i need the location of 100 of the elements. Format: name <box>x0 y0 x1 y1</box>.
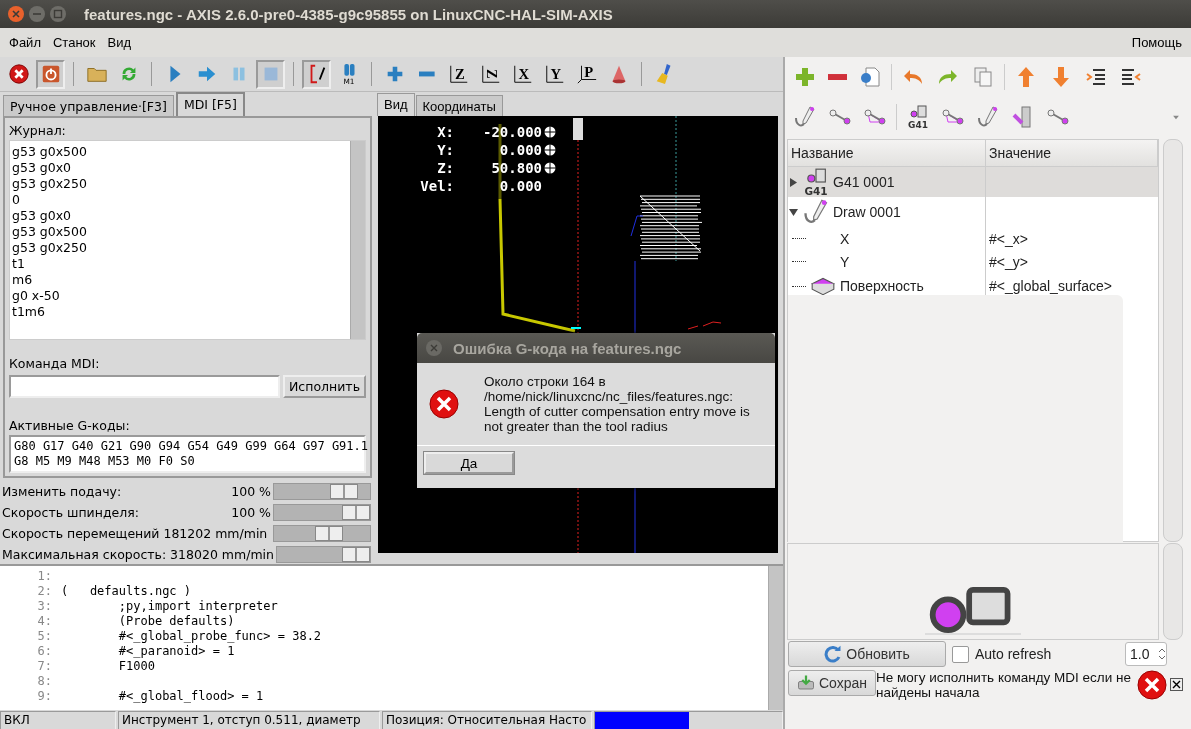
toolbar-button[interactable] <box>302 59 331 89</box>
pencil-icon <box>976 105 1000 129</box>
scrollbar[interactable] <box>350 141 365 339</box>
download-icon <box>796 674 815 692</box>
override-reading: 100 % <box>231 484 271 499</box>
override-slider[interactable] <box>273 483 371 500</box>
notification-message: Не могу исполнить команду MDI если не найдены начала <box>876 670 1132 700</box>
history-entry[interactable]: t1 <box>12 256 348 272</box>
column-header[interactable]: Название <box>788 140 986 166</box>
document-icon <box>858 65 883 89</box>
param-value: #<_y> <box>988 253 1029 270</box>
expander-icon[interactable] <box>788 176 799 188</box>
tab[interactable]: MDI [F5] <box>175 92 245 116</box>
axis-label: Z: <box>436 160 454 176</box>
code-line: ;py,import interpreter <box>117 599 278 614</box>
override-label: Скорость перемещений 181202 mm/min <box>2 526 269 541</box>
history-entry[interactable]: g53 g0x500 <box>12 144 348 160</box>
slider-thumb[interactable] <box>342 505 370 520</box>
slider-thumb[interactable] <box>342 547 370 562</box>
active-codes-label: Активные G-коды: <box>9 417 131 435</box>
tree-row[interactable]: X #<_x> <box>788 227 1158 250</box>
param-value: #<_x> <box>988 230 1029 247</box>
auto-refresh-checkbox[interactable] <box>952 645 969 663</box>
override-label: Изменить подачу: <box>2 484 123 499</box>
override-slider[interactable] <box>275 546 371 563</box>
tree-row[interactable]: G41 G41 0001 <box>788 167 1158 197</box>
refresh-icon <box>824 645 843 663</box>
code-line: #<_global_flood> = 1 <box>117 689 264 704</box>
scrollbar[interactable] <box>768 566 783 710</box>
override-reading: 100 % <box>231 505 271 520</box>
menu-item[interactable]: Вид <box>106 33 133 52</box>
history-label: Журнал: <box>9 122 67 140</box>
error-icon <box>429 389 459 419</box>
history-entry[interactable]: g53 g0x250 <box>12 176 348 192</box>
maximize-button[interactable] <box>49 5 67 23</box>
line-number: 4: <box>36 614 52 629</box>
close-icon <box>1171 679 1182 690</box>
line-number: 8: <box>36 674 52 689</box>
axis-position: 0.000 <box>498 142 542 158</box>
toolbar-button[interactable]: G41 <box>904 103 932 131</box>
scrollbar[interactable] <box>1163 543 1183 640</box>
tab[interactable]: Вид <box>377 93 415 116</box>
status-field: Инструмент 1, отступ 0.511, диаметр <box>118 711 380 729</box>
refresh-button[interactable]: Обновить <box>788 641 946 667</box>
history-entry[interactable]: g0 x-50 <box>12 288 348 304</box>
line-number: 6: <box>36 644 52 659</box>
axis-label: X: <box>436 124 454 140</box>
node-name: Draw 0001 <box>833 204 901 220</box>
line-number: 3: <box>36 599 52 614</box>
status-field: ВКЛ <box>0 711 116 729</box>
interval-spinbox[interactable]: 1.0 <box>1125 642 1167 666</box>
auto-refresh-label[interactable]: Auto refresh <box>975 646 1052 662</box>
slider-thumb[interactable] <box>315 526 344 541</box>
spin-arrows-icon <box>1158 648 1166 660</box>
code-line: #<_global_probe_func> = 38.2 <box>117 629 322 644</box>
column-header[interactable]: Значение <box>986 140 1158 166</box>
tree-row[interactable]: Y #<_y> <box>788 250 1158 273</box>
history-entry[interactable]: g53 g0x0 <box>12 208 348 224</box>
code-line: #<_paranoid> = 1 <box>117 644 235 659</box>
node-name: G41 0001 <box>833 174 895 190</box>
axis-position: 0.000 <box>498 178 542 194</box>
tab[interactable]: Ручное управление·[F3] <box>3 95 174 116</box>
minus-icon <box>417 71 436 77</box>
line-number: 2: <box>36 584 52 599</box>
minimize-button[interactable] <box>28 5 46 23</box>
menu-item[interactable]: Файл <box>8 33 42 52</box>
expander-icon[interactable] <box>788 206 799 218</box>
override-slider[interactable] <box>273 504 371 521</box>
scrollbar[interactable] <box>1163 139 1183 542</box>
param-name: Поверхность <box>840 278 924 294</box>
plus-icon <box>793 65 817 89</box>
line-number: 1: <box>36 569 52 584</box>
ok-button[interactable]: Да <box>424 452 514 474</box>
override-label: Скорость шпинделя: <box>2 505 140 520</box>
menu-item[interactable]: Станок <box>51 33 97 52</box>
history-entry[interactable]: g53 g0x0 <box>12 160 348 176</box>
slider-thumb[interactable] <box>330 484 359 499</box>
tree-row[interactable]: Draw 0001 <box>788 197 1158 227</box>
x-circle-icon <box>7 63 30 85</box>
history-entry[interactable]: g53 g0x500 <box>12 224 348 240</box>
axis-position: 50.800 <box>490 160 542 176</box>
code-line: (Probe defaults) <box>117 614 235 629</box>
history-entry[interactable]: 0 <box>12 192 348 208</box>
line-number: 7: <box>36 659 52 674</box>
tab[interactable]: Координаты <box>415 95 503 116</box>
mdi-command-field[interactable] <box>9 375 280 398</box>
param-value: #<_global_surface> <box>988 278 1113 294</box>
close-button[interactable] <box>1170 678 1183 691</box>
mdi-command-label: Команда MDI: <box>9 355 101 373</box>
pencil-icon <box>793 105 817 129</box>
minus-icon <box>828 73 848 81</box>
help-menu[interactable]: Помощь <box>1130 33 1183 52</box>
override-slider[interactable] <box>273 525 371 542</box>
history-entry[interactable]: m6 <box>12 272 348 288</box>
save-button[interactable]: Сохран <box>788 670 876 696</box>
history-entry[interactable]: t1m6 <box>12 304 348 320</box>
line-number: 5: <box>36 629 52 644</box>
override-label: Максимальная скорость: 318020 mm/min <box>2 547 274 562</box>
execute-button[interactable]: Исполнить <box>283 375 366 398</box>
history-entry[interactable]: g53 g0x250 <box>12 240 348 256</box>
